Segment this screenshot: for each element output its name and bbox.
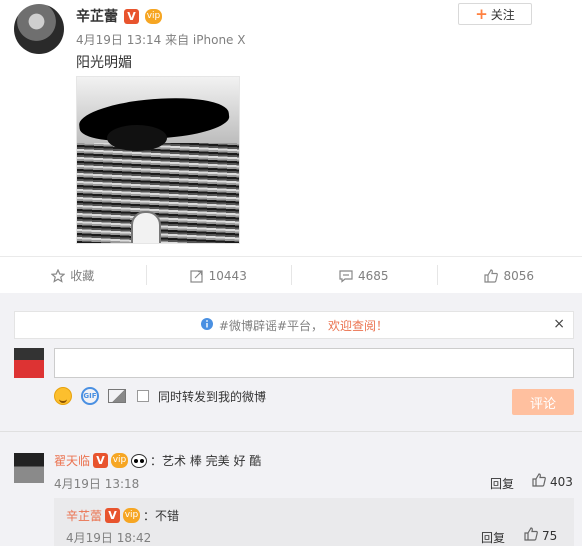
- author-line: 辛芷蕾 V vip: [76, 6, 162, 26]
- repost-button[interactable]: 10443: [145, 257, 292, 294]
- vip-badge-icon[interactable]: vip: [111, 453, 129, 468]
- post-meta: 4月19日 13:14 来自 iPhone X: [76, 33, 246, 47]
- close-icon[interactable]: ×: [553, 316, 565, 332]
- reply-time: 4月19日 18:42: [66, 531, 152, 545]
- vip-badge-icon[interactable]: vip: [145, 8, 162, 24]
- comment-text: ：艺术 棒 完美 好 酷: [150, 454, 262, 468]
- favorite-label: 收藏: [70, 269, 95, 283]
- reply-like-count: 75: [542, 528, 558, 543]
- weibo-post: 辛芷蕾 V vip + 关注 4月19日 13:14 来自 iPhone X 阳…: [0, 0, 582, 256]
- reply-text: ：不错: [143, 509, 180, 523]
- rumor-notice: #微博辟谣#平台， 欢迎查阅！ ×: [14, 311, 574, 339]
- reply-line: 辛芷蕾 V vip ：不错: [66, 507, 179, 524]
- gif-icon[interactable]: GIF: [81, 387, 99, 405]
- plus-icon: +: [475, 4, 488, 23]
- like-icon: [524, 527, 538, 544]
- comment-input[interactable]: [54, 348, 574, 378]
- author-name[interactable]: 辛芷蕾: [76, 6, 118, 26]
- reply-author-name[interactable]: 辛芷蕾: [66, 507, 102, 524]
- info-icon: [200, 317, 214, 334]
- comment-section: #微博辟谣#平台， 欢迎查阅！ × GIF 同时转发到我的微博 评论 翟天临 V…: [0, 293, 582, 546]
- verified-badge-icon[interactable]: V: [124, 8, 139, 24]
- post-photo[interactable]: [76, 76, 240, 244]
- repost-count: 10443: [208, 268, 247, 283]
- action-bar: 收藏 10443 4685 8056: [0, 256, 582, 301]
- reply-like-button[interactable]: 75: [524, 527, 557, 544]
- reply-box: 辛芷蕾 V vip ：不错 4月19日 18:42 回复 75: [54, 498, 574, 546]
- verified-badge-icon[interactable]: V: [105, 508, 121, 523]
- photo-shoe: [131, 211, 161, 243]
- comment-like-count: 403: [550, 474, 573, 489]
- follow-label: 关注: [490, 7, 515, 22]
- comment-like-button[interactable]: 403: [532, 473, 573, 490]
- commenter-avatar[interactable]: [14, 453, 44, 483]
- composer-tools: GIF 同时转发到我的微博: [54, 387, 266, 405]
- author-avatar[interactable]: [14, 4, 64, 54]
- panda-icon: [131, 453, 148, 468]
- photo-shadow-detail: [107, 125, 167, 151]
- like-icon: [532, 473, 546, 490]
- repost-checkbox[interactable]: [137, 390, 149, 402]
- comment-icon: [339, 269, 353, 283]
- comment-time: 4月19日 13:18: [54, 477, 140, 491]
- my-avatar[interactable]: [14, 348, 44, 378]
- commenter-name[interactable]: 翟天临: [54, 452, 90, 469]
- image-icon[interactable]: [108, 389, 126, 403]
- post-text: 阳光明媚: [76, 55, 132, 71]
- notice-text: #微博辟谣#平台，: [218, 318, 324, 333]
- repost-icon: [190, 269, 204, 283]
- vip-badge-icon[interactable]: vip: [123, 508, 141, 523]
- like-count: 8056: [503, 268, 535, 283]
- submit-comment-button[interactable]: 评论: [512, 389, 574, 415]
- reply-reply-button[interactable]: 回复: [481, 529, 505, 546]
- comment-count: 4685: [357, 268, 389, 283]
- repost-checkbox-label[interactable]: 同时转发到我的微博: [158, 388, 266, 405]
- star-icon: [51, 268, 66, 283]
- like-icon: [484, 268, 499, 283]
- divider: [0, 431, 582, 432]
- emoji-icon[interactable]: [54, 387, 72, 405]
- like-button[interactable]: 8056: [436, 257, 582, 294]
- reply-button[interactable]: 回复: [490, 475, 514, 492]
- favorite-button[interactable]: 收藏: [0, 257, 146, 294]
- verified-badge-icon[interactable]: V: [93, 453, 109, 468]
- notice-link[interactable]: 欢迎查阅！: [328, 317, 388, 334]
- comment-line: 翟天临 V vip ：艺术 棒 完美 好 酷: [54, 452, 261, 469]
- follow-button[interactable]: + 关注: [458, 3, 532, 25]
- comment-button[interactable]: 4685: [291, 257, 437, 301]
